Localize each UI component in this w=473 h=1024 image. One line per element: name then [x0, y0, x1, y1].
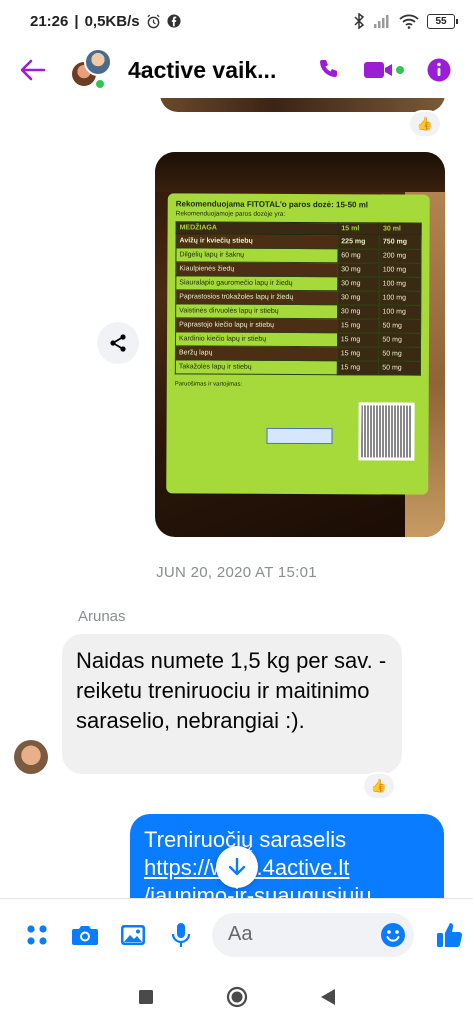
- label-row: Paprastojo kiečio lapų ir stiebų 15 mg 50 …: [175, 317, 421, 334]
- circle-icon[interactable]: [217, 977, 257, 1017]
- message-list[interactable]: 👍 Rekomenduojama FITOTAL'o paros dozė: 1…: [0, 98, 473, 898]
- label-row: Avižų ir kviečių stiebų 225 mg 750 mg: [176, 233, 422, 250]
- label-col: 30 ml: [379, 222, 422, 236]
- signal-icon: [373, 14, 391, 28]
- status-speed: 0,5KB/s: [84, 12, 140, 30]
- label-table: MEDŽIAGA 15 ml 30 ml Avižų ir kviečių st…: [175, 221, 422, 376]
- label-date-stamp: [266, 427, 333, 445]
- share-button[interactable]: [97, 322, 139, 364]
- bluetooth-icon: [353, 13, 365, 29]
- message-link[interactable]: https://www.4active.lt: [144, 854, 430, 882]
- scroll-to-bottom-button[interactable]: [216, 846, 258, 888]
- video-icon[interactable]: [363, 59, 405, 81]
- photo-message[interactable]: Rekomenduojama FITOTAL'o paros dozė: 15-…: [155, 152, 445, 537]
- phone-icon[interactable]: [317, 58, 341, 82]
- share-icon: [110, 334, 126, 352]
- incoming-message[interactable]: Naidas numete 1,5 kg per sav. - reiketu …: [62, 634, 402, 774]
- outgoing-message[interactable]: Treniruočių saraselis https://www.4activ…: [130, 814, 444, 898]
- header-actions: [317, 58, 451, 82]
- sender-name: Arunas: [78, 608, 126, 625]
- label-row: Paprastosios trūkažolės lapų ir žiedų 30 …: [175, 289, 421, 306]
- microphone-icon[interactable]: [164, 918, 198, 952]
- reaction-badge[interactable]: 👍: [410, 112, 440, 136]
- avatar: [84, 48, 112, 76]
- label-col: MEDŽIAGA: [176, 221, 338, 235]
- label-row: Takažolės lapų ir stiebų 15 mg 50 mg: [175, 359, 421, 376]
- info-icon[interactable]: [427, 58, 451, 82]
- label-usage-title: Paruošimas ir vartojimas:: [174, 381, 243, 388]
- image-icon[interactable]: [116, 918, 150, 952]
- message-timestamp: JUN 20, 2020 AT 15:01: [156, 564, 317, 581]
- system-nav-bar: [0, 970, 473, 1024]
- message-input[interactable]: [228, 923, 378, 946]
- status-left: 21:26 | 0,5KB/s: [30, 13, 181, 30]
- grid-menu-icon[interactable]: [20, 918, 54, 952]
- label-subtitle: Rekomenduojamoje paros dozėje yra:: [175, 210, 286, 218]
- barcode: [358, 402, 415, 461]
- message-input-wrapper[interactable]: [212, 912, 414, 957]
- alarm-icon: [146, 14, 161, 29]
- emoji-icon[interactable]: [380, 922, 406, 948]
- bottle-neck: [155, 152, 445, 192]
- reaction-badge[interactable]: 👍: [364, 774, 394, 798]
- wifi-icon: [399, 14, 419, 29]
- thumbs-up-icon: 👍: [416, 116, 434, 131]
- camera-icon[interactable]: [68, 918, 102, 952]
- message-composer: [0, 898, 473, 970]
- status-right: 55: [353, 13, 458, 29]
- facebook-icon: [167, 14, 181, 28]
- back-button[interactable]: [8, 42, 58, 98]
- square-icon[interactable]: [126, 977, 166, 1017]
- label-row: Vaistinės dirvuolės lapų ir stiebų 30 mg 1…: [175, 303, 421, 320]
- label-row: Kiaulpienės žiedų 30 mg 100 mg: [175, 261, 421, 278]
- thumbs-up-icon: 👍: [370, 778, 388, 793]
- previous-photo-message[interactable]: [160, 98, 445, 112]
- arrow-down-icon: [228, 857, 246, 876]
- label-col: 15 ml: [337, 222, 380, 235]
- group-avatar[interactable]: [66, 48, 112, 92]
- triangle-back-icon[interactable]: [308, 977, 348, 1017]
- status-bar: 21:26 | 0,5KB/s 55: [0, 0, 473, 42]
- label-title: Rekomenduojama FITOTAL'o paros dozė: 15-…: [175, 199, 369, 210]
- bottle-label: Rekomenduojama FITOTAL'o paros dozė: 15-…: [166, 193, 430, 495]
- message-link-continued[interactable]: /jaunimo-ir-suaugusiuju: [144, 882, 430, 898]
- avatar[interactable]: [14, 740, 48, 774]
- arrow-left-icon: [20, 59, 46, 81]
- status-time: 21:26: [30, 12, 69, 30]
- label-row: Beržų lapų 15 mg 50 mg: [175, 345, 421, 362]
- label-row: Kardinio kiečio lapų ir stiebų 15 mg 50 mg: [175, 331, 421, 348]
- chat-header: 4active vaik...: [0, 42, 473, 98]
- label-row: Siauralapio gauromečio lapų ir žiedų 30 m…: [175, 275, 421, 292]
- label-row: Dilgėlių lapų ir šaknų 60 mg 200 mg: [175, 247, 421, 264]
- thumbs-up-icon[interactable]: [436, 921, 464, 949]
- online-status-dot: [94, 78, 106, 90]
- chat-title[interactable]: 4active vaik...: [128, 57, 276, 84]
- battery-icon: 55: [427, 13, 458, 29]
